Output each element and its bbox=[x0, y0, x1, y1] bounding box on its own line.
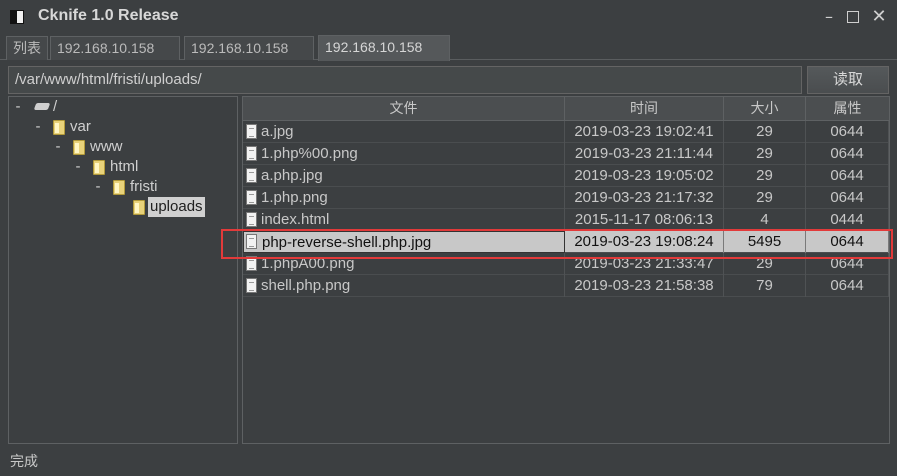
file-size: 29 bbox=[724, 143, 806, 165]
file-name: a.jpg bbox=[243, 121, 565, 143]
file-table: 文件 时间 大小 属性 a.jpg 2019-03-23 19:02:41 29… bbox=[242, 96, 890, 444]
file-name: 1.php.png bbox=[243, 187, 565, 209]
column-header-file[interactable]: 文件 bbox=[243, 97, 565, 121]
highlight-annotation bbox=[221, 229, 893, 259]
file-name: 1.php%00.png bbox=[243, 143, 565, 165]
collapse-icon[interactable]: - bbox=[93, 177, 103, 197]
file-time: 2019-03-23 21:11:44 bbox=[565, 143, 724, 165]
tab-host-2[interactable]: 192.168.10.158 bbox=[184, 36, 314, 60]
folder-icon bbox=[93, 160, 105, 175]
minimize-icon[interactable]: – bbox=[820, 8, 838, 26]
file-size: 29 bbox=[724, 121, 806, 143]
file-time: 2015-11-17 08:06:13 bbox=[565, 209, 724, 231]
file-attr: 0644 bbox=[806, 143, 889, 165]
file-size: 29 bbox=[724, 187, 806, 209]
file-time: 2019-03-23 19:02:41 bbox=[565, 121, 724, 143]
folder-icon bbox=[73, 140, 85, 155]
file-size: 79 bbox=[724, 275, 806, 297]
tree-node-label: var bbox=[70, 118, 91, 135]
collapse-icon[interactable]: - bbox=[53, 137, 63, 157]
file-size: 4 bbox=[724, 209, 806, 231]
tree-node-label: www bbox=[90, 138, 123, 155]
read-button[interactable]: 读取 bbox=[807, 66, 889, 94]
file-name: index.html bbox=[243, 209, 565, 231]
collapse-icon[interactable]: - bbox=[33, 117, 43, 137]
title-bar: Cknife 1.0 Release – ✕ bbox=[0, 0, 897, 34]
file-name: shell.php.png bbox=[243, 275, 565, 297]
collapse-icon[interactable]: - bbox=[73, 157, 83, 177]
column-header-size[interactable]: 大小 bbox=[724, 97, 806, 121]
tree-node-label: / bbox=[53, 98, 58, 115]
table-row[interactable]: shell.php.png 2019-03-23 21:58:38 79 064… bbox=[243, 275, 889, 297]
table-row[interactable]: index.html 2015-11-17 08:06:13 4 0444 bbox=[243, 209, 889, 231]
folder-icon bbox=[53, 120, 65, 135]
tab-bar: 列表 192.168.10.158 192.168.10.158 192.168… bbox=[0, 34, 897, 61]
window-title: Cknife 1.0 Release bbox=[38, 7, 179, 24]
table-row[interactable]: 1.php%00.png 2019-03-23 21:11:44 29 0644 bbox=[243, 143, 889, 165]
file-attr: 0644 bbox=[806, 187, 889, 209]
table-row[interactable]: a.php.jpg 2019-03-23 19:05:02 29 0644 bbox=[243, 165, 889, 187]
collapse-icon[interactable]: - bbox=[13, 97, 23, 117]
tree-node-label: uploads bbox=[148, 197, 205, 217]
tab-host-1[interactable]: 192.168.10.158 bbox=[50, 36, 180, 60]
file-attr: 0644 bbox=[806, 121, 889, 143]
file-time: 2019-03-23 19:05:02 bbox=[565, 165, 724, 187]
file-size: 29 bbox=[724, 165, 806, 187]
tab-host-3[interactable]: 192.168.10.158 bbox=[318, 35, 450, 61]
path-input[interactable]: /var/www/html/fristi/uploads/ bbox=[8, 66, 802, 94]
status-text: 完成 bbox=[10, 454, 38, 470]
table-header: 文件 时间 大小 属性 bbox=[243, 97, 889, 121]
file-attr: 0444 bbox=[806, 209, 889, 231]
column-header-time[interactable]: 时间 bbox=[565, 97, 724, 121]
directory-tree: - / - var - www - html - fristi uploads bbox=[8, 96, 238, 444]
file-time: 2019-03-23 21:17:32 bbox=[565, 187, 724, 209]
tree-node-label: fristi bbox=[130, 178, 158, 195]
app-icon bbox=[10, 10, 24, 24]
drive-icon bbox=[33, 103, 51, 110]
file-name: a.php.jpg bbox=[243, 165, 565, 187]
folder-icon bbox=[133, 200, 145, 215]
column-header-attr[interactable]: 属性 bbox=[806, 97, 889, 121]
close-icon[interactable]: ✕ bbox=[870, 8, 888, 26]
table-row[interactable]: 1.php.png 2019-03-23 21:17:32 29 0644 bbox=[243, 187, 889, 209]
file-time: 2019-03-23 21:58:38 bbox=[565, 275, 724, 297]
table-row[interactable]: a.jpg 2019-03-23 19:02:41 29 0644 bbox=[243, 121, 889, 143]
maximize-icon[interactable] bbox=[844, 8, 862, 26]
folder-icon bbox=[113, 180, 125, 195]
tree-node-label: html bbox=[110, 158, 139, 175]
file-attr: 0644 bbox=[806, 165, 889, 187]
file-attr: 0644 bbox=[806, 275, 889, 297]
tab-list[interactable]: 列表 bbox=[6, 36, 48, 60]
